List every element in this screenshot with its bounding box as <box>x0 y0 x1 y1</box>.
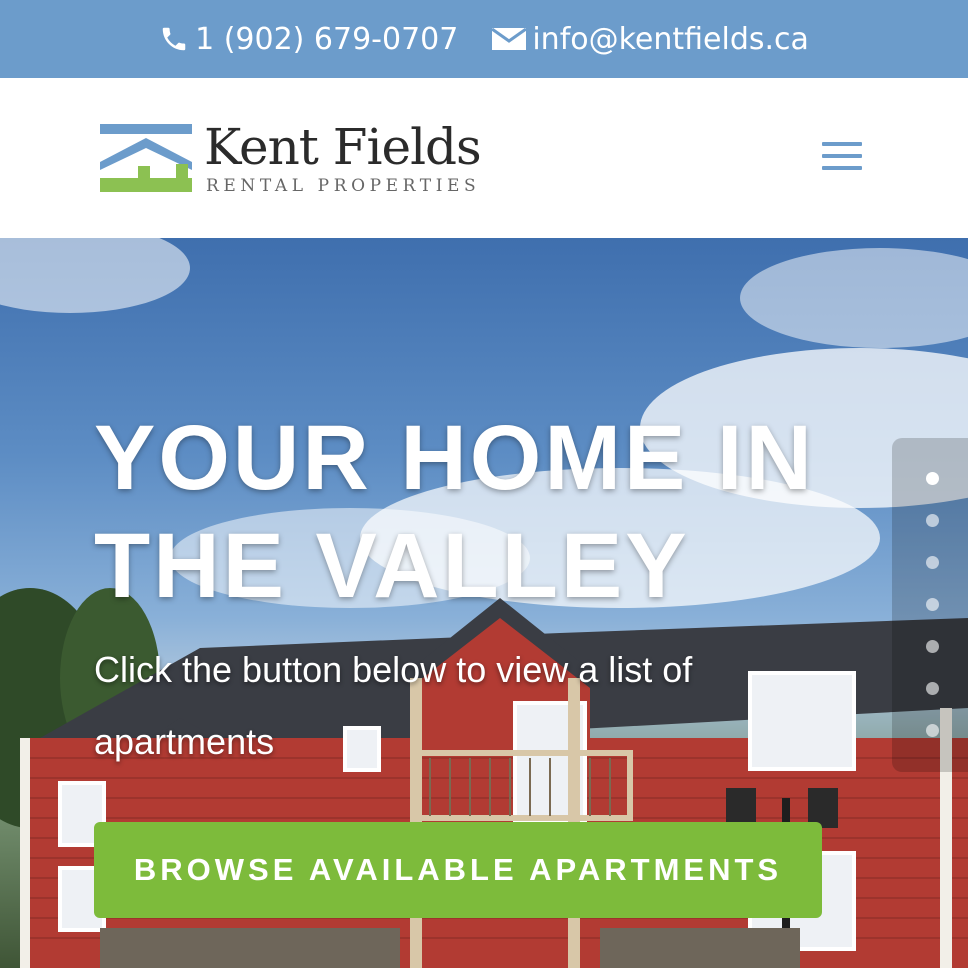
house-logo-icon <box>100 124 192 192</box>
email-link[interactable]: info@kentfields.ca <box>492 22 809 57</box>
slide-dot-1[interactable] <box>926 472 939 485</box>
contact-bar: 1 (902) 679-0707 info@kentfields.ca <box>0 0 968 78</box>
hero-subtitle: Click the button below to view a list of… <box>94 649 693 762</box>
phone-icon <box>162 27 186 51</box>
logo-subtitle: RENTAL PROPERTIES <box>206 176 481 196</box>
slide-dot-3[interactable] <box>926 556 939 569</box>
site-header: Kent Fields RENTAL PROPERTIES <box>0 78 968 238</box>
hero-slider: YOUR HOME IN THE VALLEY Click the button… <box>0 238 968 968</box>
hamburger-menu-icon[interactable] <box>822 140 864 172</box>
envelope-icon <box>492 27 527 50</box>
phone-link[interactable]: 1 (902) 679-0707 <box>159 22 458 57</box>
slide-dot-7[interactable] <box>926 724 939 737</box>
slide-dot-5[interactable] <box>926 640 939 653</box>
browse-apartments-button[interactable]: BROWSE AVAILABLE APARTMENTS <box>94 822 822 918</box>
email-address[interactable]: info@kentfields.ca <box>532 22 809 57</box>
logo-title: Kent Fields <box>204 118 482 176</box>
slide-dot-2[interactable] <box>926 514 939 527</box>
hero-title: YOUR HOME IN THE VALLEY <box>94 407 815 617</box>
site-logo[interactable]: Kent Fields RENTAL PROPERTIES <box>100 118 500 202</box>
slider-pagination <box>892 438 968 772</box>
slide-dot-6[interactable] <box>926 682 939 695</box>
slide-dot-4[interactable] <box>926 598 939 611</box>
phone-number[interactable]: 1 (902) 679-0707 <box>195 22 458 57</box>
